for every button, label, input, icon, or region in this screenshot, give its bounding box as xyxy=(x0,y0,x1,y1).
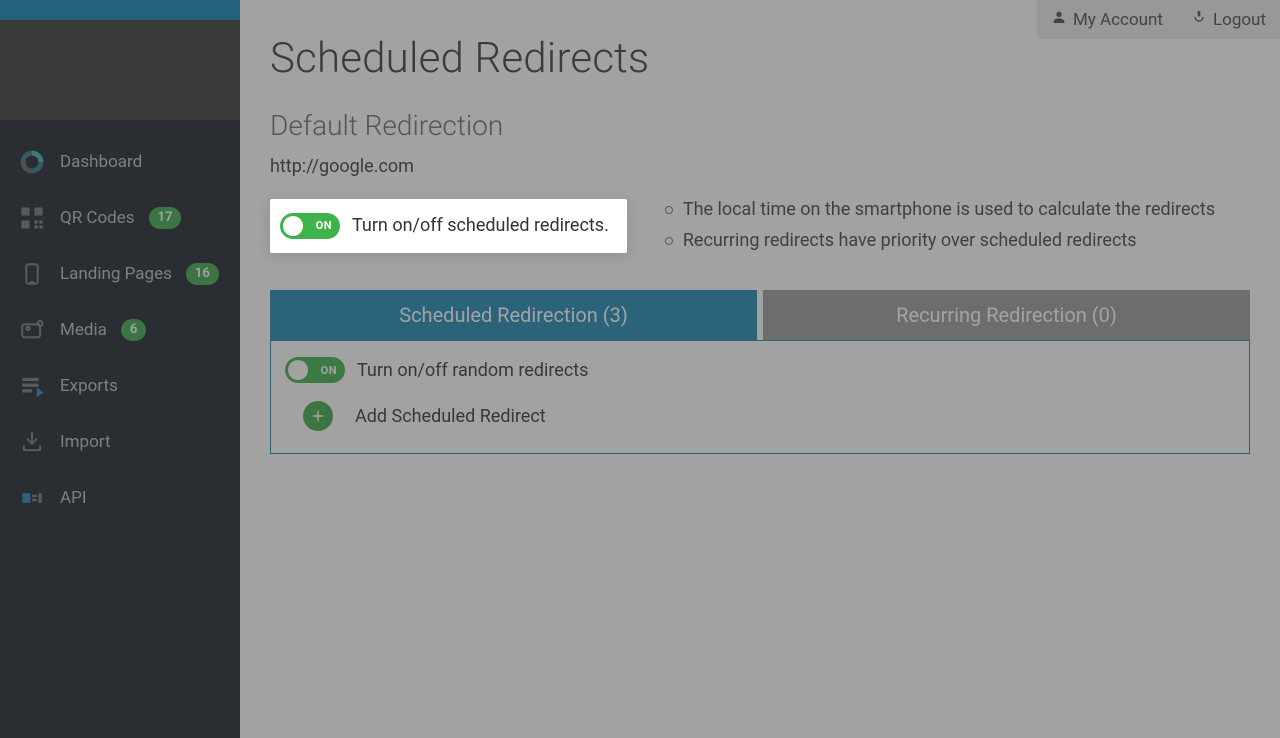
sidebar-item-label: Landing Pages xyxy=(60,264,172,284)
add-scheduled-button[interactable] xyxy=(303,401,333,431)
qr-code-icon xyxy=(18,205,46,231)
sidebar-logo-area xyxy=(0,20,240,120)
user-icon xyxy=(1051,9,1067,30)
api-icon xyxy=(18,485,46,511)
sidebar-item-label: Import xyxy=(60,432,111,452)
info-line: The local time on the smartphone is used… xyxy=(665,195,1215,226)
my-account-link[interactable]: My Account xyxy=(1037,0,1177,39)
sidebar-item-import[interactable]: Import xyxy=(0,414,240,470)
sidebar-item-media[interactable]: Media 6 xyxy=(0,302,240,358)
my-account-label: My Account xyxy=(1073,10,1163,30)
add-scheduled-label: Add Scheduled Redirect xyxy=(355,406,546,427)
info-text: Recurring redirects have priority over s… xyxy=(683,226,1137,257)
media-icon xyxy=(18,317,46,343)
random-redirects-row: ON Turn on/off random redirects xyxy=(285,357,1235,383)
default-redirection-heading: Default Redirection xyxy=(270,109,1250,142)
sidebar-brandband xyxy=(0,0,240,20)
random-redirects-toggle[interactable]: ON xyxy=(285,357,345,383)
scheduled-redirects-toggle[interactable]: ON xyxy=(280,213,340,239)
info-list: The local time on the smartphone is used… xyxy=(665,195,1215,256)
page-title: Scheduled Redirects xyxy=(270,34,1250,83)
sidebar-item-api[interactable]: API xyxy=(0,470,240,526)
sidebar-item-dashboard[interactable]: Dashboard xyxy=(0,134,240,190)
sidebar-nav: Dashboard QR Codes 17 Landing Pages 16 M… xyxy=(0,120,240,526)
default-redirect-url: http://google.com xyxy=(270,156,1250,177)
redirection-tabs: Scheduled Redirection (3) Recurring Redi… xyxy=(270,290,1250,340)
sidebar-item-label: QR Codes xyxy=(60,208,135,228)
add-scheduled-row: Add Scheduled Redirect xyxy=(285,401,1235,431)
sidebar: Dashboard QR Codes 17 Landing Pages 16 M… xyxy=(0,0,240,738)
topbar: My Account Logout xyxy=(1037,0,1280,39)
logout-icon xyxy=(1191,9,1207,30)
sidebar-item-label: Media xyxy=(60,320,107,340)
scheduled-tab-panel: ON Turn on/off random redirects Add Sche… xyxy=(270,340,1250,454)
exports-icon xyxy=(18,373,46,399)
sidebar-item-label: Dashboard xyxy=(60,152,142,172)
random-toggle-label: Turn on/off random redirects xyxy=(357,360,588,381)
logout-label: Logout xyxy=(1213,10,1266,30)
sidebar-badge: 6 xyxy=(121,319,146,341)
content: Scheduled Redirects Default Redirection … xyxy=(240,0,1280,454)
sidebar-item-label: Exports xyxy=(60,376,118,396)
import-icon xyxy=(18,429,46,455)
sidebar-item-qr-codes[interactable]: QR Codes 17 xyxy=(0,190,240,246)
plus-icon xyxy=(309,407,327,425)
main: My Account Logout Scheduled Redirects De… xyxy=(240,0,1280,738)
tab-recurring-redirection[interactable]: Recurring Redirection (0) xyxy=(763,290,1250,340)
info-line: Recurring redirects have priority over s… xyxy=(665,226,1215,257)
landing-pages-icon xyxy=(18,261,46,287)
dashboard-icon xyxy=(18,149,46,175)
scheduled-toggle-row: ON Turn on/off scheduled redirects. The … xyxy=(270,195,1250,256)
sidebar-item-landing-pages[interactable]: Landing Pages 16 xyxy=(0,246,240,302)
info-text: The local time on the smartphone is used… xyxy=(683,195,1215,226)
scheduled-toggle-panel: ON Turn on/off scheduled redirects. xyxy=(270,199,627,253)
sidebar-badge: 17 xyxy=(149,207,182,229)
tab-scheduled-redirection[interactable]: Scheduled Redirection (3) xyxy=(270,290,757,340)
sidebar-item-exports[interactable]: Exports xyxy=(0,358,240,414)
sidebar-badge: 16 xyxy=(186,263,219,285)
logout-link[interactable]: Logout xyxy=(1177,0,1280,39)
sidebar-item-label: API xyxy=(60,488,86,508)
scheduled-toggle-label: Turn on/off scheduled redirects. xyxy=(352,215,609,236)
